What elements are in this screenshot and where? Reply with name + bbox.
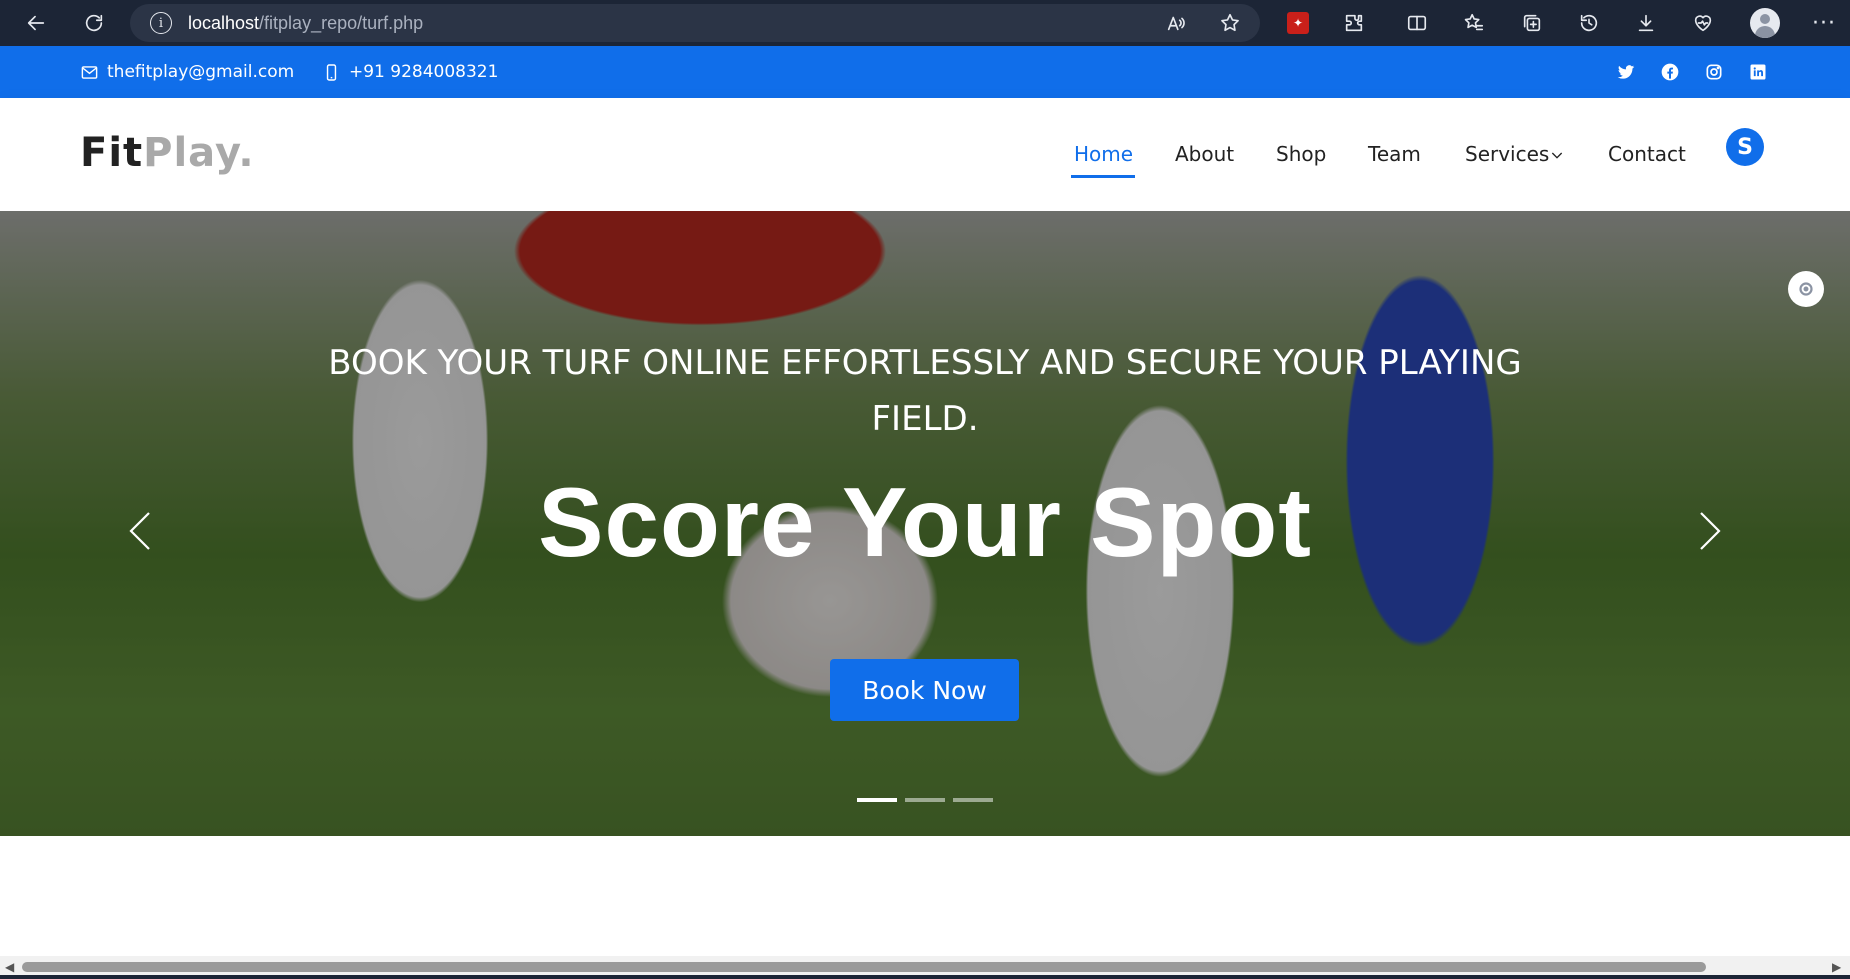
read-aloud-icon[interactable] xyxy=(1156,3,1196,43)
scroll-right-icon[interactable]: ▶ xyxy=(1832,960,1841,974)
downloads-icon[interactable] xyxy=(1626,3,1666,43)
address-bar[interactable]: i localhost/fitplay_repo/turf.php xyxy=(130,4,1260,42)
back-icon[interactable] xyxy=(16,3,56,43)
book-now-button[interactable]: Book Now xyxy=(830,659,1019,721)
email-text: thefitplay@gmail.com xyxy=(107,62,295,82)
carousel-indicator-3[interactable] xyxy=(953,798,993,802)
favorite-star-icon[interactable] xyxy=(1210,3,1250,43)
scrollbar-thumb[interactable] xyxy=(22,962,1706,972)
contact-topbar: thefitplay@gmail.com +91 9284008321 xyxy=(0,46,1850,98)
hero-title: Score Your Spot xyxy=(538,467,1312,577)
window-bottom-edge xyxy=(0,975,1850,979)
carousel-indicator-2[interactable] xyxy=(905,798,945,802)
nav-team[interactable]: Team xyxy=(1368,142,1421,166)
scroll-left-icon[interactable]: ◀ xyxy=(5,960,14,974)
active-nav-underline xyxy=(1071,175,1135,178)
twitter-icon[interactable] xyxy=(1616,46,1636,98)
hero-carousel: BOOK YOUR TURF ONLINE EFFORTLESSLY AND S… xyxy=(0,211,1850,836)
site-info-icon[interactable]: i xyxy=(150,12,172,34)
nav-shop[interactable]: Shop xyxy=(1276,142,1326,166)
logo-play-text: Play. xyxy=(143,130,255,176)
instagram-icon[interactable] xyxy=(1704,46,1724,98)
phone-icon xyxy=(326,63,337,81)
more-menu-icon[interactable]: ··· xyxy=(1804,3,1844,43)
carousel-indicator-1[interactable] xyxy=(857,798,897,802)
phone-contact[interactable]: +91 9284008321 xyxy=(322,46,498,98)
nav-services[interactable]: Services xyxy=(1465,142,1549,166)
chevron-down-icon[interactable] xyxy=(1549,147,1565,163)
linkedin-icon[interactable] xyxy=(1748,46,1768,98)
history-icon[interactable] xyxy=(1569,3,1609,43)
split-screen-icon[interactable] xyxy=(1397,3,1437,43)
logo-fit-text: Fit xyxy=(80,130,144,176)
browser-toolbar: i localhost/fitplay_repo/turf.php ✦ ··· xyxy=(0,0,1850,46)
url-path: /fitplay_repo/turf.php xyxy=(259,12,424,33)
url-host: localhost xyxy=(188,12,260,33)
nav-home[interactable]: Home xyxy=(1074,142,1133,166)
fitplay-logo[interactable]: FitPlay. xyxy=(80,130,255,176)
email-contact[interactable]: thefitplay@gmail.com xyxy=(80,46,294,98)
site-header: FitPlay. Home About Shop Team Services C… xyxy=(0,98,1850,211)
hero-subtitle: BOOK YOUR TURF ONLINE EFFORTLESSLY AND S… xyxy=(328,343,1522,439)
reload-icon[interactable] xyxy=(74,3,114,43)
extensions-icon[interactable] xyxy=(1334,3,1374,43)
performance-icon[interactable] xyxy=(1683,3,1723,43)
user-avatar[interactable]: S xyxy=(1726,128,1764,166)
phone-text: +91 9284008321 xyxy=(349,62,499,82)
facebook-icon[interactable] xyxy=(1660,46,1680,98)
floating-widget-icon[interactable] xyxy=(1788,271,1824,307)
nav-contact[interactable]: Contact xyxy=(1608,142,1686,166)
envelope-icon xyxy=(81,65,98,79)
collections-icon[interactable] xyxy=(1512,3,1552,43)
pdf-extension-icon[interactable]: ✦ xyxy=(1278,3,1318,43)
profile-avatar-icon[interactable] xyxy=(1745,3,1785,43)
favorites-icon[interactable] xyxy=(1454,3,1494,43)
carousel-next-icon[interactable] xyxy=(1690,501,1730,561)
nav-about[interactable]: About xyxy=(1175,142,1234,166)
carousel-prev-icon[interactable] xyxy=(120,501,160,561)
